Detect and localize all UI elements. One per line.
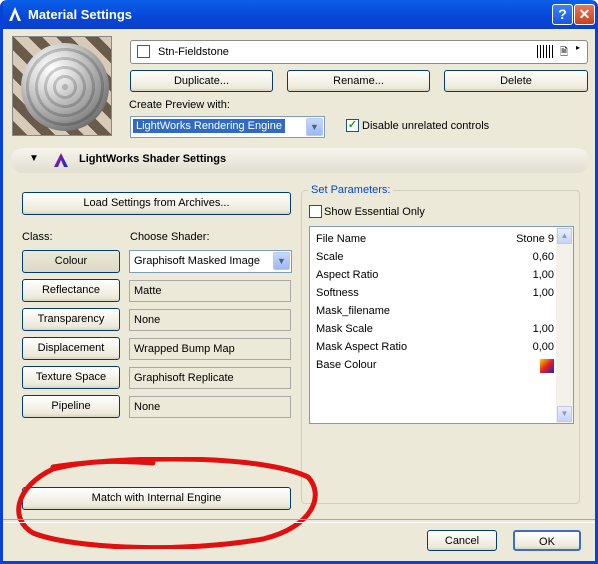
param-value: 1,00 [532, 269, 554, 281]
shader-colour-select[interactable]: Graphisoft Masked Image ▼ [129, 250, 292, 273]
param-key: File Name [316, 233, 367, 245]
shader-settings-title: LightWorks Shader Settings [79, 153, 227, 165]
class-pipeline-button[interactable]: Pipeline [22, 395, 120, 418]
param-key: Base Colour [316, 359, 377, 371]
material-preview [12, 36, 112, 136]
shader-colour-value: Graphisoft Masked Image [134, 255, 260, 267]
material-swatch-icon [137, 45, 150, 58]
material-name-field[interactable]: Stn-Fieldstone 🗎 ▸ [130, 40, 588, 64]
shader-texture-space-field: Graphisoft Replicate [129, 367, 291, 389]
class-label: Class: [22, 231, 53, 243]
base-colour-swatch-icon[interactable] [540, 359, 554, 373]
preview-engine-value: LightWorks Rendering Engine [133, 119, 285, 133]
param-value: 1,00 [532, 323, 554, 335]
param-row[interactable]: Mask Aspect Ratio 0,00 [316, 341, 554, 359]
param-row[interactable]: Scale 0,60 [316, 251, 554, 269]
shader-settings-header[interactable]: ▼ LightWorks Shader Settings [11, 148, 589, 173]
duplicate-button[interactable]: Duplicate... [130, 70, 273, 92]
param-key: Softness [316, 287, 359, 299]
param-row[interactable]: Mask_filename [316, 305, 554, 323]
set-parameters-title: Set Parameters: [308, 184, 394, 196]
shader-reflectance-field: Matte [129, 280, 291, 302]
shader-transparency-field: None [129, 309, 291, 331]
param-row[interactable]: Softness 1,00 [316, 287, 554, 305]
param-value: Stone 9 [516, 233, 554, 245]
choose-shader-label: Choose Shader: [130, 231, 210, 243]
cancel-button[interactable]: Cancel [427, 530, 497, 551]
lightworks-logo-icon [54, 153, 68, 167]
parameters-list[interactable]: File Name Stone 9 Scale 0,60 Aspect Ratio 1… [309, 226, 574, 424]
help-button[interactable]: ? [552, 4, 573, 25]
footer-divider [3, 519, 595, 523]
class-texture-space-button[interactable]: Texture Space [22, 366, 120, 389]
param-key: Scale [316, 251, 344, 263]
disable-controls-label: Disable unrelated controls [362, 120, 490, 132]
disable-controls-checkbox[interactable]: ✓ [346, 119, 359, 132]
preview-engine-select[interactable]: LightWorks Rendering Engine ▼ [130, 116, 325, 138]
class-transparency-button[interactable]: Transparency [22, 308, 120, 331]
param-key: Mask Scale [316, 323, 373, 335]
red-annotation-circle [16, 457, 318, 549]
material-settings-dialog: Material Settings ? ✕ Stn-Fieldstone 🗎 ▸… [0, 0, 598, 564]
param-row[interactable]: Mask Scale 1,00 [316, 323, 554, 341]
param-key: Mask_filename [316, 305, 390, 317]
page-icon: 🗎 [560, 47, 569, 58]
show-essential-checkbox[interactable] [309, 205, 322, 218]
material-name: Stn-Fieldstone [158, 46, 229, 58]
class-displacement-button[interactable]: Displacement [22, 337, 120, 360]
rename-button[interactable]: Rename... [287, 70, 430, 92]
window-title: Material Settings [28, 7, 133, 22]
delete-button[interactable]: Delete [444, 70, 588, 92]
scroll-up-icon[interactable]: ▲ [557, 228, 572, 244]
ok-button[interactable]: OK [513, 530, 581, 551]
param-row[interactable]: Base Colour [316, 359, 554, 377]
class-reflectance-button[interactable]: Reflectance [22, 279, 120, 302]
material-menu-arrow-icon[interactable]: ▸ [576, 43, 580, 52]
param-value: 1,00 [532, 287, 554, 299]
param-key: Mask Aspect Ratio [316, 341, 408, 353]
title-bar[interactable]: Material Settings ? ✕ [3, 0, 595, 29]
create-preview-label: Create Preview with: [129, 99, 230, 111]
scroll-down-icon[interactable]: ▼ [557, 406, 572, 422]
param-row[interactable]: Aspect Ratio 1,00 [316, 269, 554, 287]
param-value: 0,60 [532, 251, 554, 263]
shader-pipeline-field: None [129, 396, 291, 418]
class-colour-button[interactable]: Colour [22, 250, 120, 273]
parameters-scrollbar[interactable]: ▲ ▼ [556, 227, 573, 423]
fill-pattern-icon [537, 45, 555, 58]
archicad-app-icon [9, 7, 21, 21]
load-settings-button[interactable]: Load Settings from Archives... [22, 192, 291, 215]
param-key: Aspect Ratio [316, 269, 379, 281]
show-essential-label: Show Essential Only [324, 206, 425, 218]
collapse-caret-icon[interactable]: ▼ [29, 153, 39, 164]
param-value: 0,00 [532, 341, 554, 353]
shader-displacement-field: Wrapped Bump Map [129, 338, 291, 360]
param-row[interactable]: File Name Stone 9 [316, 233, 554, 251]
close-button[interactable]: ✕ [574, 4, 595, 25]
chevron-down-icon[interactable]: ▼ [273, 252, 290, 270]
chevron-down-icon[interactable]: ▼ [306, 118, 323, 136]
stone-sphere-preview [21, 43, 109, 131]
